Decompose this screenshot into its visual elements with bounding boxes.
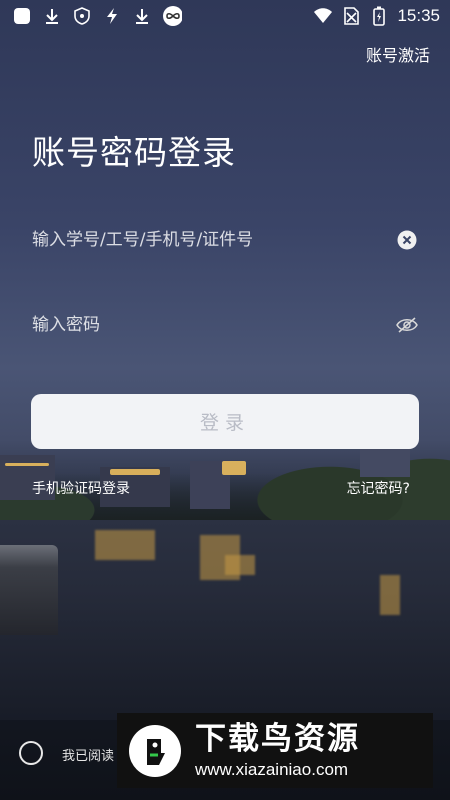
watermark-banner: 下载鸟资源 www.xiazainiao.com	[117, 713, 433, 788]
eye-hidden-icon[interactable]	[396, 314, 418, 336]
page-title: 账号密码登录	[32, 133, 236, 172]
watermark-url: www.xiazainiao.com	[195, 759, 349, 779]
no-sim-icon	[341, 6, 361, 26]
password-input[interactable]	[32, 315, 396, 335]
shield-icon	[72, 6, 92, 26]
bolt-icon	[102, 6, 122, 26]
agreement-radio[interactable]	[19, 741, 43, 765]
status-bar: 15:35	[0, 0, 450, 32]
password-field	[32, 305, 418, 345]
account-input[interactable]	[32, 230, 396, 250]
login-button[interactable]: 登录	[31, 394, 419, 449]
clock: 15:35	[397, 6, 440, 25]
clear-icon[interactable]	[396, 229, 418, 251]
agreement-text: 我已阅读	[62, 749, 115, 764]
download-icon	[42, 6, 62, 26]
background-pier	[0, 545, 58, 635]
infinity-icon	[162, 6, 182, 26]
account-activation-link[interactable]: 账号激活	[366, 42, 430, 66]
bird-logo-icon	[129, 724, 181, 777]
app-icon	[12, 6, 32, 26]
watermark-title: 下载鸟资源	[195, 720, 360, 757]
background-water	[0, 520, 450, 720]
battery-icon	[369, 6, 389, 26]
download-icon	[132, 6, 152, 26]
sms-login-link[interactable]: 手机验证码登录	[32, 478, 130, 498]
wifi-icon	[313, 6, 333, 26]
account-field	[32, 220, 418, 260]
forgot-password-link[interactable]: 忘记密码?	[347, 478, 410, 498]
